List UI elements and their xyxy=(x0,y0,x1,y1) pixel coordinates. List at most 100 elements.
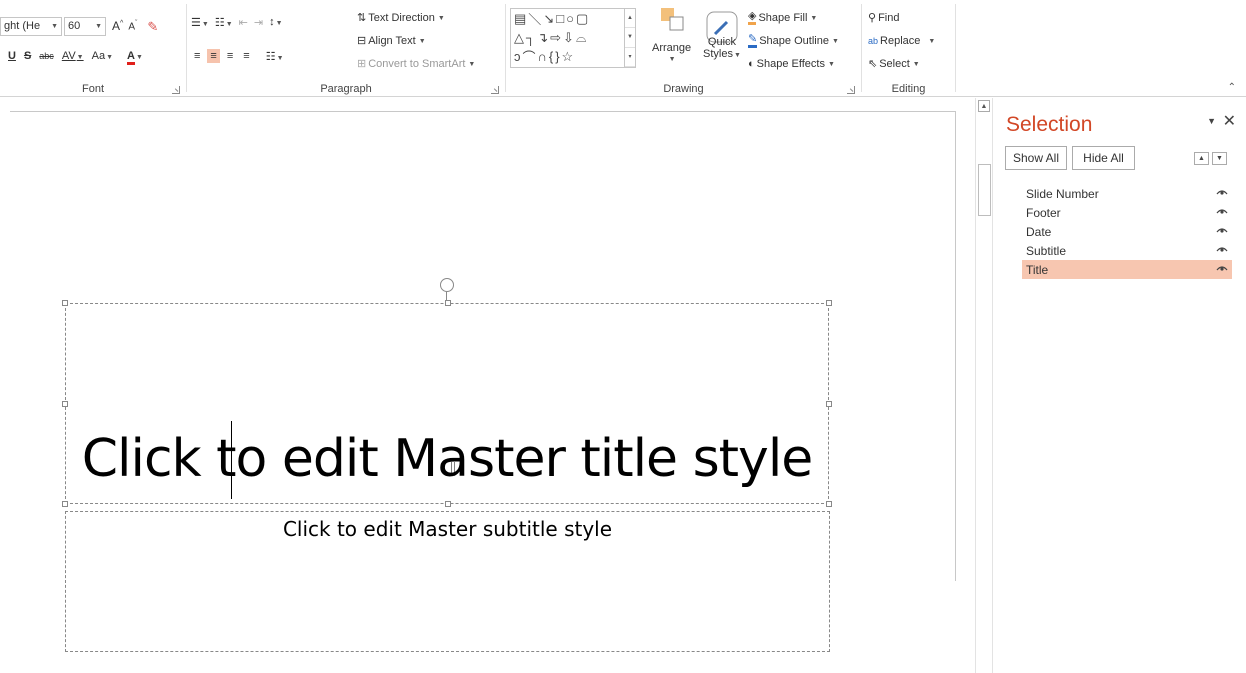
resize-handle[interactable] xyxy=(62,401,68,407)
eye-icon[interactable] xyxy=(1216,226,1228,234)
decrease-indent-icon[interactable]: ⇤ xyxy=(239,16,248,29)
textbox-shape-icon[interactable]: ▤ xyxy=(514,11,526,27)
convert-smartart-button[interactable]: ⊞ Convert to SmartArt ▼ xyxy=(357,54,475,74)
title-placeholder-text[interactable]: Click to edit Master title style xyxy=(66,429,828,489)
gallery-down-icon[interactable]: ▼ xyxy=(625,28,635,48)
scroll-up-icon[interactable]: ▲ xyxy=(978,100,990,112)
right-arrow-shape-icon[interactable]: ⇨ xyxy=(550,30,561,46)
clear-formatting-icon[interactable]: ✎ xyxy=(147,20,158,33)
title-placeholder[interactable]: Click to edit Master title style xyxy=(62,300,832,507)
line-spacing-icon[interactable]: ↕▼ xyxy=(269,16,282,28)
resize-handle[interactable] xyxy=(826,300,832,306)
line-shape-icon[interactable]: ＼ xyxy=(528,9,541,28)
eye-icon[interactable] xyxy=(1216,264,1228,272)
quick-styles-button[interactable]: Quick Styles▼ xyxy=(703,10,741,62)
arc-shape-icon[interactable]: ⌒ xyxy=(523,47,536,66)
increase-indent-icon[interactable]: ⇥ xyxy=(254,16,263,29)
align-text-button[interactable]: ⊟ Align Text ▼ xyxy=(357,31,426,51)
list-item-selected[interactable]: Title xyxy=(1022,260,1232,279)
find-button[interactable]: ⚲ Find xyxy=(868,8,899,28)
bring-forward-icon[interactable]: ▲ xyxy=(1194,152,1209,165)
strikethrough-button[interactable]: abc xyxy=(39,51,54,61)
gallery-scroll[interactable]: ▲ ▼ ▾ xyxy=(624,9,635,67)
editing-group-label: Editing xyxy=(891,83,926,95)
columns-icon[interactable]: ☷▼ xyxy=(263,49,287,64)
elbow-arrow-shape-icon[interactable]: ↴ xyxy=(537,30,548,46)
vertical-scrollbar[interactable]: ▲ xyxy=(975,98,993,673)
underline-button[interactable]: U xyxy=(8,50,16,62)
bullets-icon[interactable]: ☰▼ xyxy=(191,16,209,29)
grow-font-icon[interactable]: A^ xyxy=(112,20,123,32)
chevron-down-icon: ▼ xyxy=(51,22,58,30)
send-backward-icon[interactable]: ▼ xyxy=(1212,152,1227,165)
eye-icon[interactable] xyxy=(1216,207,1228,215)
subtitle-placeholder-text[interactable]: Click to edit Master subtitle style xyxy=(66,517,829,541)
font-size-box[interactable]: 60 ▼ xyxy=(64,16,106,36)
right-brace-shape-icon[interactable]: } xyxy=(555,49,559,64)
character-spacing-button[interactable]: AV▼ xyxy=(62,50,84,62)
resize-handle[interactable] xyxy=(445,501,451,507)
gallery-up-icon[interactable]: ▲ xyxy=(625,9,635,29)
resize-handle[interactable] xyxy=(826,501,832,507)
text-direction-button[interactable]: ⇅ Text Direction ▼ xyxy=(357,8,445,28)
list-item[interactable]: Date xyxy=(1022,222,1232,241)
hide-all-button[interactable]: Hide All xyxy=(1072,146,1135,170)
ribbon: ght (He ▼ 60 ▼ A^ Aˇ ✎ U S abc AV▼ Aa▼ A▼ … xyxy=(0,0,1246,97)
show-all-button[interactable]: Show All xyxy=(1005,146,1067,170)
subtitle-placeholder[interactable]: Click to edit Master subtitle style xyxy=(65,511,830,652)
font-dialog-launcher-icon[interactable] xyxy=(172,86,180,94)
shape-outline-button[interactable]: ✎ Shape Outline ▼ xyxy=(748,31,839,51)
freeform-shape-icon[interactable]: ↄ xyxy=(514,49,521,64)
left-brace-shape-icon[interactable]: { xyxy=(549,49,553,64)
text-direction-label: Text Direction xyxy=(368,12,435,24)
arrange-button[interactable]: Arrange ▼ xyxy=(652,6,691,66)
resize-handle[interactable] xyxy=(826,401,832,407)
change-case-button[interactable]: Aa▼ xyxy=(92,50,113,62)
shape-effects-button[interactable]: ◐ Shape Effects ▼ xyxy=(748,54,835,74)
font-name-box[interactable]: ght (He ▼ xyxy=(0,16,62,36)
shape-fill-button[interactable]: ◈ Shape Fill ▼ xyxy=(748,8,817,28)
oval-shape-icon[interactable]: ○ xyxy=(566,11,574,26)
shape-effects-label: Shape Effects xyxy=(756,58,825,70)
rounded-rect-shape-icon[interactable]: ▢ xyxy=(576,11,588,27)
down-arrow-shape-icon[interactable]: ⇩ xyxy=(563,30,574,46)
list-item[interactable]: Subtitle xyxy=(1022,241,1232,260)
font-color-button[interactable]: A▼ xyxy=(127,50,143,65)
triangle-shape-icon[interactable]: △ xyxy=(514,30,524,46)
paragraph-group: ☰▼ ☷▼ ⇤ ⇥ ↕▼ ≡ ≡ ≡ ≡ ☷▼ ⇅ Text Direction… xyxy=(187,0,505,97)
resize-handle[interactable] xyxy=(62,300,68,306)
paragraph-dialog-launcher-icon[interactable] xyxy=(491,86,499,94)
shrink-font-icon[interactable]: Aˇ xyxy=(128,20,137,32)
collapse-ribbon-icon[interactable]: ⌃ xyxy=(1228,82,1236,93)
rotate-handle-icon[interactable] xyxy=(440,278,454,303)
align-center-icon[interactable]: ≡ xyxy=(207,49,220,63)
resize-handle[interactable] xyxy=(62,501,68,507)
shapes-gallery[interactable]: ▤ ＼ ↘ □ ○ ▢ △ ┐ ↴ ⇨ ⇩ ⌓ ↄ ⌒ ∩{} ☆ ▲ ▼ ▾ xyxy=(510,8,636,68)
star-shape-icon[interactable]: ☆ xyxy=(562,49,574,65)
drawing-dialog-launcher-icon[interactable] xyxy=(847,86,855,94)
curve-shape-icon[interactable]: ∩ xyxy=(538,49,547,64)
elbow-shape-icon[interactable]: ┐ xyxy=(526,30,535,45)
list-item[interactable]: Footer xyxy=(1022,203,1232,222)
eye-icon[interactable] xyxy=(1216,188,1228,196)
numbering-icon[interactable]: ☷▼ xyxy=(215,16,233,29)
eye-icon[interactable] xyxy=(1216,245,1228,253)
close-icon[interactable]: ✕ xyxy=(1223,111,1236,131)
rectangle-shape-icon[interactable]: □ xyxy=(556,11,564,26)
pane-options-icon[interactable]: ▼ xyxy=(1207,116,1216,126)
replace-button[interactable]: ab Replace ▼ xyxy=(868,31,935,51)
arrow-line-shape-icon[interactable]: ↘ xyxy=(543,11,554,27)
callout-shape-icon[interactable]: ⌓ xyxy=(576,30,586,46)
shadow-button[interactable]: S xyxy=(24,50,31,62)
scroll-thumb[interactable] xyxy=(978,164,991,216)
shapes-row: ▤ ＼ ↘ □ ○ ▢ xyxy=(511,9,635,28)
align-right-icon[interactable]: ≡ xyxy=(224,49,236,63)
list-item[interactable]: Slide Number xyxy=(1022,184,1232,203)
align-left-icon[interactable]: ≡ xyxy=(191,49,203,63)
effects-icon: ◐ xyxy=(748,57,755,70)
select-button[interactable]: ⇖ Select ▼ xyxy=(868,54,920,74)
justify-icon[interactable]: ≡ xyxy=(240,49,252,63)
replace-icon: ab xyxy=(868,35,879,46)
resize-handle[interactable] xyxy=(445,300,451,306)
gallery-more-icon[interactable]: ▾ xyxy=(625,48,635,67)
